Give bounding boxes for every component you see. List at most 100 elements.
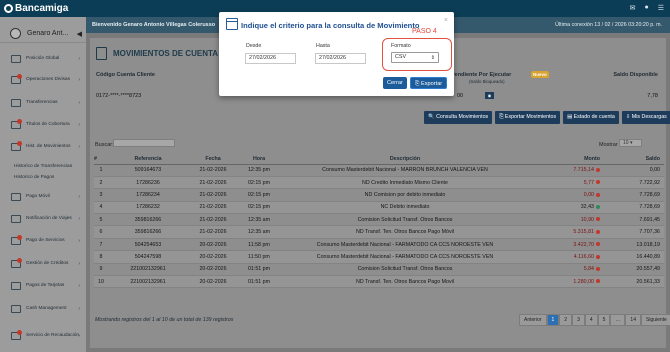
close-icon[interactable]: × [444,17,448,24]
user-name: Genaro Ant... [27,30,69,37]
chevron-icon: › [78,216,80,222]
row-time: 12:35 am [238,213,280,227]
cerrar-button[interactable]: Cerrar [383,77,407,89]
col-time[interactable]: Hora [238,154,280,165]
bank-logo[interactable]: Bancamiga [4,3,68,14]
pagination: Anterior 1 2 3 4 5… 14 Siguiente [519,314,670,326]
row-amount: 0,00 [530,188,604,202]
action-buttons: 🔍 Consulta Movimientos ⎘ Exportar Movimi… [424,111,670,124]
row-amount: 5,84 [530,263,604,277]
exportar-movimientos-button[interactable]: ⎘ Exportar Movimientos [495,111,561,124]
table-row[interactable]: 8 504247598 20-02-2026 11:50 pm Consumo Mast… [94,250,664,264]
desde-input[interactable]: 27/02/2026 [245,53,296,64]
row-number: 3 [94,188,108,202]
pagination-item[interactable]: Siguiente [640,314,670,326]
pagination-item[interactable]: 2 [559,314,573,326]
table-row[interactable]: 10 221002132961 20-02-2026 01:51 pm ND Trans… [94,275,664,289]
row-date: 21-02-2026 [188,213,238,227]
table-row[interactable]: 5 359816266 21-02-2026 12:35 am Comision Sol… [94,213,664,227]
col-date[interactable]: Fecha [188,154,238,165]
row-date: 20-02-2026 [188,250,238,264]
table-row[interactable]: 4 17286232 21-02-2026 02:15 pm NC Debito inm… [94,201,664,215]
row-amount: 4.116,60 [530,250,604,264]
debit-icon [596,266,600,271]
pagination-item[interactable]: 4 [584,314,598,326]
debit-icon [596,192,600,197]
pagination-item[interactable]: 5 [597,314,611,326]
bell-icon[interactable]: ✉ [630,4,636,12]
table-row[interactable]: 2 17286236 21-02-2026 02:15 pm ND Credito In… [94,176,664,190]
collapse-icon[interactable]: ◀ [77,30,82,38]
welcome-text: Bienvenido Genaro Antonio Villegas Coler… [92,22,216,28]
pending-value: 00 [457,93,464,99]
row-reference: 221002132961 [108,263,188,277]
pagination-item[interactable]: 1 [546,314,560,326]
row-description: Comision Solicitud Transf. Otros Bancos [280,263,530,277]
notification-badge [17,235,22,240]
pagination-item[interactable]: 3 [572,314,585,326]
col-number[interactable]: # [94,154,108,165]
col-description[interactable]: Descripción [280,154,530,165]
records-info: Mostrando registros del 1 al 10 de un to… [95,317,234,323]
cash-icon [11,305,21,313]
hasta-label: Hasta [316,43,330,49]
row-description: ND Credito Inmediato Mismo Cliente [280,176,530,190]
row-time: 02:15 pm [238,176,280,190]
row-balance: 0,00 [604,164,664,177]
sidebar-sub-item[interactable]: Historico de Pagos [14,175,54,180]
pagination-item[interactable]: … [610,314,626,326]
row-date: 20-02-2026 [188,275,238,289]
menu-icon[interactable]: ☰ [658,4,664,12]
desde-label: Desde [246,43,262,49]
format-select[interactable]: CSV ⇕ [391,52,439,63]
table-row[interactable]: 6 359816266 21-02-2026 12:35 am ND Transf. T… [94,225,664,239]
transfer-icon [11,99,21,107]
logo-text: Bancamiga [15,3,69,14]
modal-title: Indique el criterio para la consulta de … [241,21,420,30]
page-title-text: MOVIMIENTOS DE CUENTA C [113,49,226,58]
estado-cuenta-button[interactable]: ▤ Estado de cuenta [563,111,619,124]
table-row[interactable]: 7 504254653 20-02-2026 11:58 pm Consumo Mast… [94,238,664,252]
calendar-icon [226,18,238,30]
row-number: 10 [94,275,108,289]
hasta-input[interactable]: 27/02/2026 [315,53,366,64]
user-icon[interactable]: ● [644,4,648,12]
balance-value: 7,78 [647,93,658,99]
row-balance: 20.561,33 [604,275,664,289]
chevron-icon: › [78,261,80,267]
table-row[interactable]: 1 509164673 21-02-2026 12:35 pm Consumo Mast… [94,164,664,177]
col-balance[interactable]: Saldo [604,154,664,165]
row-balance: 13.018,19 [604,238,664,252]
table-row[interactable]: 3 17286234 21-02-2026 02:15 pm ND Comision p… [94,188,664,202]
pagination-item[interactable]: Anterior [519,314,547,326]
col-reference[interactable]: Referencia [108,154,188,165]
format-label: Formato [391,43,411,49]
exportar-button[interactable]: ⎘ Exportar [410,77,448,89]
col-amount[interactable]: Monto [530,154,604,165]
row-time: 01:51 pm [238,263,280,277]
consulta-movimientos-button[interactable]: 🔍 Consulta Movimientos [424,111,493,124]
sidebar: Genaro Ant... ◀ [0,17,86,352]
row-reference: 17286232 [108,201,188,215]
pagination-item[interactable]: 14 [625,314,641,326]
chevron-icon: › [78,306,80,312]
mis-descargas-button[interactable]: ⇩ Mis Descargas [621,111,670,124]
row-amount: 32,43 [530,201,604,215]
search-input[interactable] [113,139,175,147]
export-modal: Indique el criterio para la consulta de … [219,12,454,96]
sidebar-user[interactable]: Genaro Ant... ◀ [0,25,86,43]
row-description: Comision Solicitud Transf. Otros Bancos [280,213,530,227]
sidebar-sub-item[interactable]: Historico de Transferencias [14,164,72,169]
table-row[interactable]: 9 221002132961 20-02-2026 01:51 pm Comision … [94,263,664,277]
credit-icon [596,204,600,209]
chevron-icon: › [78,77,80,83]
debit-icon [596,217,600,222]
row-date: 21-02-2026 [188,164,238,177]
phone-icon [11,193,21,201]
page-size-select[interactable]: 10 ▾ [619,139,642,147]
plane-icon [11,215,21,223]
eye-icon[interactable]: ◉ [485,92,494,99]
notification-badge [17,330,22,335]
row-balance: 7.728,69 [604,201,664,215]
table-header: # Referencia Fecha Hora Descripción Mont… [94,154,664,165]
